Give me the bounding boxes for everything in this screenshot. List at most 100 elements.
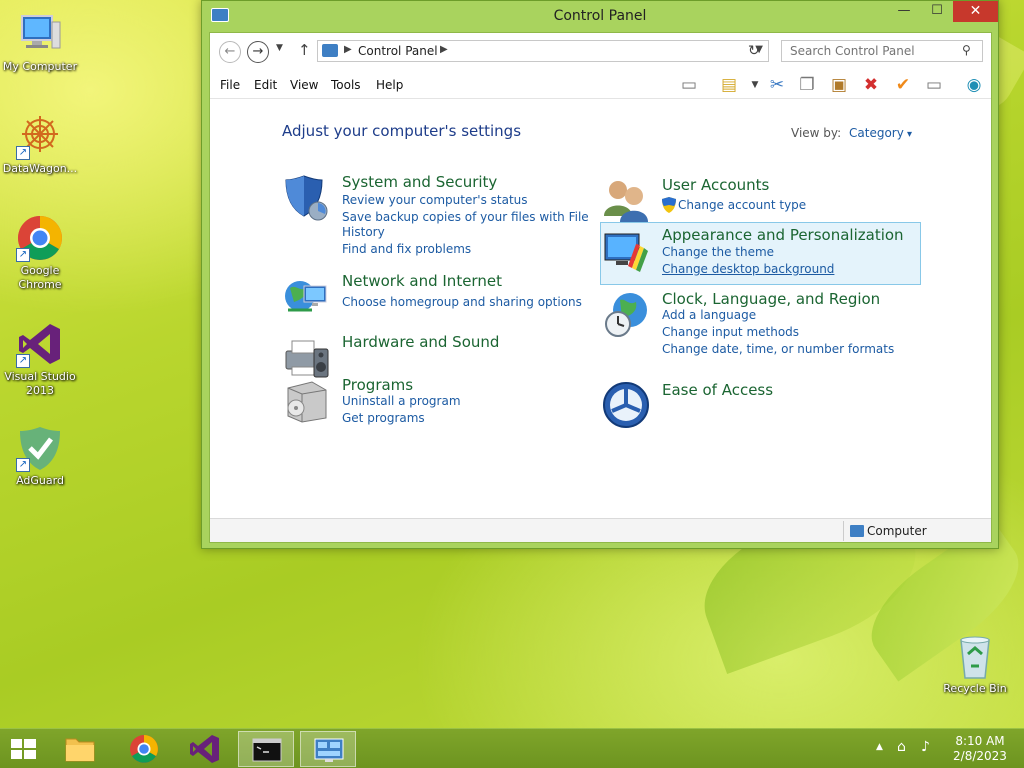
- users-icon: [602, 176, 650, 224]
- folder-icon: [65, 738, 95, 762]
- category-title[interactable]: User Accounts: [662, 176, 769, 194]
- minimize-button[interactable]: —: [889, 1, 919, 22]
- link-get-programs[interactable]: Get programs: [342, 411, 425, 425]
- tray-show-hidden-icons[interactable]: ▲: [876, 742, 883, 752]
- address-bar[interactable]: ▶ Control Panel ▶ ▼: [317, 40, 769, 62]
- datawagon-icon: ↗: [16, 112, 64, 160]
- link-find-fix-problems[interactable]: Find and fix problems: [342, 242, 471, 256]
- shortcut-arrow-icon: ↗: [16, 248, 30, 262]
- link-save-backup-continued[interactable]: History: [342, 225, 385, 239]
- clock-time: 8:10 AM: [955, 734, 1005, 748]
- command-prompt-icon: [252, 738, 282, 762]
- forward-button[interactable]: →: [247, 41, 269, 63]
- network-icon[interactable]: ⌂: [897, 739, 906, 755]
- visual-studio-icon: [190, 735, 219, 763]
- link-change-date-time-formats[interactable]: Change date, time, or number formats: [662, 342, 894, 356]
- chrome-icon: [130, 735, 158, 763]
- link-review-status[interactable]: Review your computer's status: [342, 193, 528, 207]
- menu-help[interactable]: Help: [376, 78, 403, 92]
- taskbar-control-panel[interactable]: [300, 731, 356, 767]
- recycle-bin-icon: [951, 632, 999, 680]
- category-title[interactable]: Programs: [342, 376, 413, 394]
- refresh-button[interactable]: ↻: [748, 43, 760, 59]
- address-row: ← → ▼ ↑ ▶ Control Panel ▶ ▼ ↻ ⚲: [210, 33, 991, 71]
- link-change-input-methods[interactable]: Change input methods: [662, 325, 799, 339]
- taskbar-clock[interactable]: 8:10 AM 2/8/2023: [944, 734, 1016, 764]
- clock-globe-icon: [602, 290, 650, 338]
- properties-icon[interactable]: ▭: [921, 74, 947, 96]
- menu-edit[interactable]: Edit: [254, 78, 277, 92]
- clock-date: 2/8/2023: [953, 749, 1007, 763]
- start-button[interactable]: [0, 731, 46, 767]
- breadcrumb-control-panel[interactable]: Control Panel: [358, 44, 438, 58]
- recent-locations-button[interactable]: ▼: [276, 43, 283, 53]
- desktop-icon-adguard[interactable]: ↗ AdGuard: [0, 424, 80, 488]
- folder-options-icon[interactable]: ▤: [716, 74, 742, 96]
- delete-icon[interactable]: ✖: [858, 74, 884, 96]
- taskbar-file-explorer[interactable]: [52, 731, 108, 767]
- link-add-language[interactable]: Add a language: [662, 308, 756, 322]
- windows-logo-icon: [11, 739, 36, 759]
- volume-icon[interactable]: ♪: [921, 739, 930, 755]
- back-button[interactable]: ←: [219, 41, 241, 63]
- globe-icon[interactable]: ◉: [961, 74, 987, 96]
- shortcut-arrow-icon: ↗: [16, 146, 30, 160]
- taskbar-visual-studio[interactable]: [176, 731, 232, 767]
- close-button[interactable]: ✕: [953, 1, 998, 22]
- category-title[interactable]: Hardware and Sound: [342, 333, 499, 351]
- control-panel-content: Adjust your computer's settings View by:…: [210, 100, 991, 520]
- cut-icon[interactable]: ✂: [764, 74, 790, 96]
- uac-shield-icon: [662, 197, 676, 213]
- paste-icon[interactable]: ▣: [826, 74, 852, 96]
- link-save-backup[interactable]: Save backup copies of your files with Fi…: [342, 210, 589, 224]
- desktop-icon-datawagon[interactable]: ↗ DataWagon...: [0, 112, 80, 176]
- menu-view[interactable]: View: [290, 78, 318, 92]
- ease-of-access-icon: [602, 381, 650, 429]
- category-title[interactable]: Network and Internet: [342, 272, 502, 290]
- taskbar-command-prompt[interactable]: [238, 731, 294, 767]
- desktop-icon-my-computer[interactable]: My Computer: [0, 10, 80, 74]
- category-title[interactable]: System and Security: [342, 173, 497, 191]
- taskbar-chrome[interactable]: [116, 731, 172, 767]
- page-title: Adjust your computer's settings: [282, 122, 522, 140]
- view-by-dropdown[interactable]: Category: [849, 126, 912, 140]
- shortcut-arrow-icon: ↗: [16, 458, 30, 472]
- network-globe-icon: [282, 272, 330, 320]
- link-homegroup-sharing[interactable]: Choose homegroup and sharing options: [342, 295, 582, 309]
- layout-pane-icon[interactable]: ▭: [676, 74, 702, 96]
- checkmark-icon[interactable]: ✔: [890, 74, 916, 96]
- status-location: Computer: [867, 524, 927, 538]
- appearance-monitor-icon: [602, 226, 650, 274]
- chevron-right-icon[interactable]: ▶: [344, 44, 352, 55]
- chevron-right-icon[interactable]: ▶: [440, 44, 448, 55]
- printer-speaker-icon: [282, 333, 330, 381]
- category-title[interactable]: Ease of Access: [662, 381, 773, 399]
- menu-bar: File Edit View Tools Help ▭ ▤ ▼ ✂ ❐ ▣ ✖ …: [210, 71, 991, 99]
- status-bar: Computer: [210, 518, 991, 542]
- link-change-theme[interactable]: Change the theme: [662, 245, 774, 259]
- desktop-icon-visual-studio[interactable]: ↗ Visual Studio 2013: [0, 320, 80, 398]
- maximize-button[interactable]: ☐: [922, 1, 952, 22]
- title-bar[interactable]: Control Panel — ☐ ✕: [202, 1, 998, 32]
- category-title[interactable]: Appearance and Personalization: [662, 226, 904, 244]
- shortcut-arrow-icon: ↗: [16, 354, 30, 368]
- window-body: ← → ▼ ↑ ▶ Control Panel ▶ ▼ ↻ ⚲ File Edi…: [209, 32, 992, 543]
- status-divider: [843, 521, 844, 541]
- link-uninstall-program[interactable]: Uninstall a program: [342, 394, 461, 408]
- control-panel-icon: [314, 738, 344, 762]
- link-change-account-type[interactable]: Change account type: [678, 198, 806, 212]
- shield-icon: [282, 173, 330, 221]
- desktop-icon-recycle-bin[interactable]: Recycle Bin: [935, 632, 1015, 696]
- category-title[interactable]: Clock, Language, and Region: [662, 290, 880, 308]
- menu-file[interactable]: File: [220, 78, 240, 92]
- up-button[interactable]: ↑: [298, 41, 311, 59]
- adguard-icon: ↗: [16, 424, 64, 472]
- desktop-icon-chrome[interactable]: ↗ Google Chrome: [0, 214, 80, 292]
- menu-tools[interactable]: Tools: [331, 78, 361, 92]
- control-panel-icon: [322, 44, 338, 57]
- programs-box-icon: [282, 376, 330, 424]
- search-icon[interactable]: ⚲: [962, 43, 971, 57]
- link-change-desktop-background[interactable]: Change desktop background: [662, 262, 834, 276]
- copy-icon[interactable]: ❐: [794, 74, 820, 96]
- search-input[interactable]: [781, 40, 983, 62]
